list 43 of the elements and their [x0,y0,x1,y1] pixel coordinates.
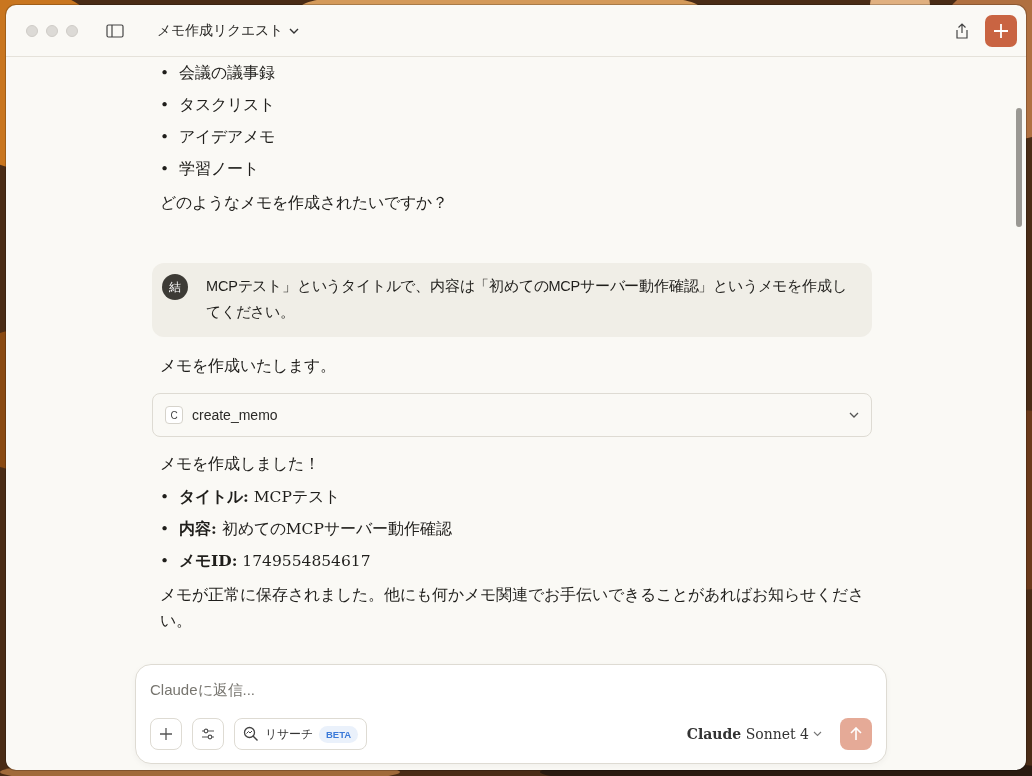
bullet: • [160,63,168,84]
message-text: MCPテスト」というタイトルで、内容は「初めてのMCPサーバー動作確認」というメモを作成してください。 [205,277,848,322]
scrollbar-thumb[interactable] [1016,108,1022,227]
chat-title-menu[interactable]: メモ作成リクエスト [157,19,299,42]
plus-icon [159,727,173,741]
bullet: • [160,487,168,508]
tool-icon: C [165,406,183,424]
list-item-text: メモID: 1749554854617 [179,550,371,572]
list-item-text: タイトル: MCPテスト [179,486,340,508]
new-chat-button[interactable] [985,14,1017,47]
model-selector[interactable]: Claude Sonnet 4 [686,726,822,742]
arrow-up-icon [850,727,862,741]
message-text: メモを作成いたします。 [159,356,337,377]
bullet: • [160,159,168,180]
message-text: メモが正常に保存されました。他にも何かメモ関連でお手伝いできることがあればお知らせください。 [159,585,865,632]
list-item-text: 学習ノート [179,159,259,180]
sidebar-toggle-icon[interactable] [106,23,124,38]
add-button[interactable] [150,718,182,750]
chevron-icon [289,27,299,34]
user-avatar: 結 [162,274,188,300]
bullet: • [160,95,168,116]
list-item-text: タスクリスト [179,95,275,116]
tool-name: create_memo [192,407,279,423]
tool-call-panel[interactable]: C create_memo [152,393,872,437]
bullet: • [160,127,168,148]
beta-badge: BETA [319,725,359,743]
research-icon [243,726,259,742]
chevron-icon [849,412,859,418]
bullet: • [160,551,168,572]
settings-button[interactable] [192,718,224,750]
send-button[interactable] [840,718,872,750]
bullet: • [160,519,168,540]
message-text: どのようなメモを作成されたいですか？ [159,193,449,214]
sliders-icon [201,728,215,740]
list-item-text: 内容: 初めてのMCPサーバー動作確認 [179,518,452,540]
list-item-text: 会議の議事録 [179,63,275,84]
plus-icon [993,22,1009,39]
share-icon[interactable] [955,22,969,39]
reply-composer[interactable]: Claudeに返信... リサーチ BETA Claude Sonnet 4 [135,664,887,764]
list-item-text: アイデアメモ [179,127,275,148]
message-text: メモを作成しました！ [159,454,321,475]
research-button[interactable]: リサーチ BETA [234,718,368,750]
chevron-icon [813,731,822,737]
